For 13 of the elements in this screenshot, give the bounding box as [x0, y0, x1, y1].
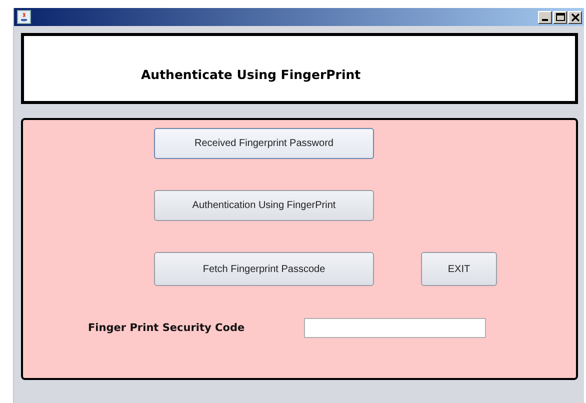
action-button[interactable]: Authentication Using FingerPrint [154, 190, 374, 221]
minimize-button[interactable] [538, 10, 552, 24]
minimize-icon [542, 19, 548, 21]
field-label: Finger Print Security Code [88, 322, 246, 334]
action-button[interactable]: Fetch Fingerprint Passcode [154, 252, 374, 286]
input-field[interactable] [304, 318, 486, 338]
exit-button[interactable]: EXIT [421, 252, 497, 286]
maximize-button[interactable] [553, 10, 567, 24]
maximize-icon [556, 12, 564, 22]
close-icon [570, 12, 580, 22]
action-button[interactable]: Received Fingerprint Password [154, 128, 374, 159]
close-button[interactable] [568, 10, 582, 24]
page-title: Authenticate Using FingerPrint [141, 67, 361, 82]
